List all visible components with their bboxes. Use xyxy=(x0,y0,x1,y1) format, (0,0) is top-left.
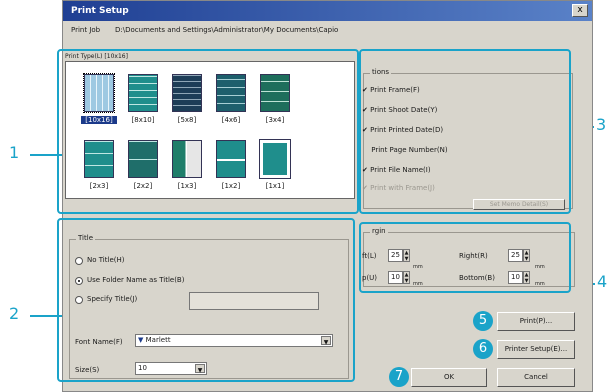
title-bar: Print Setup x xyxy=(63,1,592,21)
callout-4: 4 xyxy=(597,272,608,291)
callout-1: 1 xyxy=(9,143,20,162)
cancel-button[interactable]: Cancel xyxy=(497,368,575,387)
callout-7: 7 xyxy=(389,367,409,387)
print-job-path: D:\Documents and Settings\Administrator\… xyxy=(115,26,339,34)
print-job-label: Print Job xyxy=(71,26,101,34)
print-button[interactable]: Print(P)... xyxy=(497,312,575,331)
section-3-highlight xyxy=(359,49,571,214)
section-4-highlight xyxy=(359,222,571,293)
callout-2: 2 xyxy=(9,304,20,323)
printer-setup-button[interactable]: Printer Setup(E)... xyxy=(497,340,575,359)
callout-3: 3 xyxy=(596,115,607,134)
ok-button[interactable]: OK xyxy=(411,368,487,387)
dialog-title: Print Setup xyxy=(71,6,129,16)
section-2-highlight xyxy=(57,218,355,382)
section-1-highlight xyxy=(57,49,359,214)
callout-6: 6 xyxy=(473,339,493,359)
callout-5: 5 xyxy=(473,311,493,331)
print-setup-dialog: Print Setup x Print Job D:\Documents and… xyxy=(57,0,593,392)
close-button[interactable]: x xyxy=(572,4,588,17)
